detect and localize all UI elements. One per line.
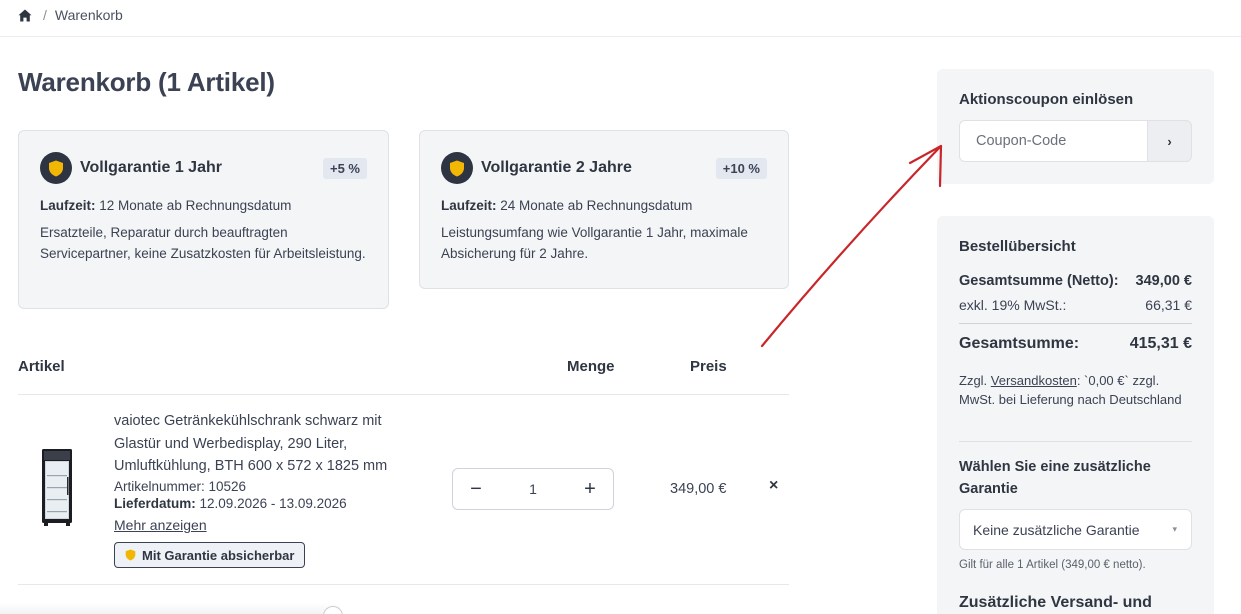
warranty-surcharge-badge: +10 %: [715, 157, 767, 179]
warranty-select-value: Keine zusätzliche Garantie: [973, 521, 1140, 538]
warranty-runtime: Laufzeit: 12 Monate ab Rechnungsdatum: [40, 198, 292, 213]
table-divider: [18, 394, 789, 395]
additional-warranty-title: Wählen Sie eine zusätzliche Garantie: [959, 459, 1151, 497]
coupon-code-input[interactable]: [959, 120, 1148, 162]
net-total-label: Gesamtsumme (Netto):: [959, 273, 1119, 289]
grand-total-label: Gesamtsumme:: [959, 335, 1080, 352]
shipping-options-title: Zusätzliche Versand- und: [959, 594, 1152, 611]
product-image[interactable]: [38, 449, 76, 527]
warranty-description: Leistungsumfang wie Vollgarantie 1 Jahr,…: [441, 225, 748, 261]
net-total-value: 349,00 €: [1135, 273, 1192, 289]
warranty-note: Gilt für alle 1 Artikel (349,00 € netto)…: [959, 559, 1146, 571]
grand-total-value: 415,31 €: [1129, 335, 1192, 352]
quantity-value[interactable]: 1: [529, 481, 537, 497]
remove-item-button[interactable]: ×: [769, 477, 778, 495]
delivery-date: Lieferdatum: 12.09.2026 - 13.09.2026: [114, 496, 347, 511]
warranty-select[interactable]: Keine zusätzliche Garantie ▾: [959, 509, 1192, 550]
column-header-price: Preis: [690, 358, 727, 375]
warranty-runtime: Laufzeit: 24 Monate ab Rechnungsdatum: [441, 198, 693, 213]
show-more-link[interactable]: Mehr anzeigen: [114, 517, 207, 533]
shield-icon: [125, 549, 136, 561]
header-divider: [0, 36, 1241, 37]
home-icon[interactable]: [18, 7, 34, 23]
add-guarantee-label: Mit Garantie absicherbar: [142, 547, 295, 563]
table-divider: [18, 584, 789, 585]
net-total-row: Gesamtsumme (Netto): 349,00 €: [959, 273, 1192, 289]
breadcrumb-current[interactable]: Warenkorb: [55, 7, 123, 23]
grand-total-row: Gesamtsumme: 415,31 €: [959, 335, 1192, 353]
column-header-quantity: Menge: [567, 358, 615, 375]
warranty-card-1-year[interactable]: Vollgarantie 1 Jahr +5 % Laufzeit: 12 Mo…: [18, 130, 389, 309]
bottom-fade: [0, 603, 340, 614]
vat-row: exkl. 19% MwSt.: 66,31 €: [959, 297, 1192, 313]
shield-icon: [441, 152, 473, 184]
increase-quantity-button[interactable]: +: [581, 479, 599, 499]
summary-divider: [959, 323, 1192, 324]
add-guarantee-button[interactable]: Mit Garantie absicherbar: [114, 542, 306, 568]
vat-label: exkl. 19% MwSt.:: [959, 297, 1067, 313]
quantity-stepper: − 1 +: [452, 468, 614, 510]
shipping-info: Zzgl. Versandkosten: `0,00 €` zzgl. MwSt…: [959, 373, 1182, 407]
product-name[interactable]: vaiotec Getränkekühlschrank schwarz mit …: [114, 410, 414, 478]
warranty-card-2-years[interactable]: Vollgarantie 2 Jahre +10 % Laufzeit: 24 …: [419, 130, 789, 289]
summary-title: Bestellübersicht: [959, 238, 1076, 255]
chevron-down-icon: ▾: [1172, 524, 1177, 534]
shipping-costs-link[interactable]: Versandkosten: [991, 373, 1077, 388]
page-title: Warenkorb (1 Artikel): [18, 67, 275, 97]
item-price: 349,00 €: [670, 481, 727, 497]
summary-divider: [959, 441, 1192, 442]
breadcrumb: / Warenkorb: [18, 6, 123, 24]
warranty-title: Vollgarantie 1 Jahr: [80, 159, 222, 176]
decrease-quantity-button[interactable]: −: [467, 479, 485, 499]
scroll-handle[interactable]: [323, 606, 343, 614]
warranty-surcharge-badge: +5 %: [323, 157, 367, 179]
column-header-article: Artikel: [18, 358, 65, 375]
article-number: Artikelnummer: 10526: [114, 479, 247, 494]
coupon-submit-button[interactable]: ›: [1147, 120, 1192, 162]
order-summary-panel: Bestellübersicht Gesamtsumme (Netto): 34…: [937, 216, 1214, 614]
breadcrumb-separator: /: [43, 7, 47, 23]
warranty-description: Ersatzteile, Reparatur durch beauftragte…: [40, 225, 366, 261]
shield-icon: [40, 152, 72, 184]
coupon-title: Aktionscoupon einlösen: [959, 91, 1134, 108]
coupon-panel: Aktionscoupon einlösen ›: [937, 69, 1214, 184]
warranty-title: Vollgarantie 2 Jahre: [481, 159, 632, 176]
vat-value: 66,31 €: [1145, 297, 1192, 313]
